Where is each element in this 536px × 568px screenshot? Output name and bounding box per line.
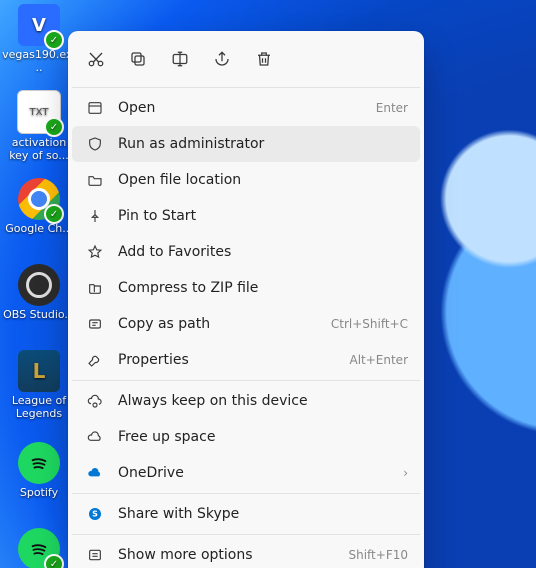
menu-item-skype[interactable]: S Share with Skype — [72, 496, 420, 532]
menu-item-copy-path[interactable]: Copy as path Ctrl+Shift+C — [72, 306, 420, 342]
menu-item-label: OneDrive — [118, 465, 403, 481]
separator — [72, 534, 420, 535]
menu-item-hint: Shift+F10 — [348, 548, 408, 562]
cloud-check-icon — [84, 393, 106, 409]
menu-item-label: Show more options — [118, 547, 348, 563]
menu-item-favorites[interactable]: Add to Favorites — [72, 234, 420, 270]
context-menu-toolbar — [72, 35, 420, 85]
copy-button[interactable] — [120, 41, 156, 77]
wrench-icon — [84, 352, 106, 368]
desktop-icon-label: vegas190.ex... — [2, 48, 76, 74]
cut-button[interactable] — [78, 41, 114, 77]
zip-icon — [84, 280, 106, 296]
more-icon — [84, 547, 106, 563]
menu-item-zip[interactable]: Compress to ZIP file — [72, 270, 420, 306]
menu-item-open[interactable]: Open Enter — [72, 90, 420, 126]
star-icon — [84, 244, 106, 260]
desktop-icon-label: activation key of so... — [2, 136, 76, 162]
menu-item-always-keep[interactable]: Always keep on this device — [72, 383, 420, 419]
onedrive-icon — [84, 465, 106, 481]
desktop-icon-partial[interactable]: ✓ — [2, 528, 76, 568]
context-menu: Open Enter Run as administrator Open fil… — [68, 31, 424, 568]
menu-item-onedrive[interactable]: OneDrive › — [72, 455, 420, 491]
share-button[interactable] — [204, 41, 240, 77]
desktop-icon-label: OBS Studio... — [2, 308, 76, 321]
folder-icon — [84, 172, 106, 188]
desktop-icon-activation[interactable]: TXT✓ activation key of so... — [2, 90, 76, 162]
desktop: V✓ vegas190.ex... TXT✓ activation key of… — [0, 0, 536, 568]
separator — [72, 493, 420, 494]
pin-icon — [84, 208, 106, 224]
desktop-icon-obs[interactable]: OBS Studio... — [2, 264, 76, 321]
path-icon — [84, 316, 106, 332]
menu-item-label: Open — [118, 100, 376, 116]
menu-item-hint: Alt+Enter — [349, 353, 408, 367]
menu-item-label: Free up space — [118, 429, 408, 445]
chevron-right-icon: › — [403, 466, 408, 480]
desktop-icon-label: Spotify — [2, 486, 76, 499]
open-icon — [84, 100, 106, 116]
menu-item-label: Copy as path — [118, 316, 331, 332]
delete-button[interactable] — [246, 41, 282, 77]
desktop-icon-label: League of Legends — [2, 394, 76, 420]
menu-item-hint: Enter — [376, 101, 408, 115]
desktop-icon-vegas[interactable]: V✓ vegas190.ex... — [2, 4, 76, 74]
menu-item-pin-start[interactable]: Pin to Start — [72, 198, 420, 234]
menu-item-run-admin[interactable]: Run as administrator — [72, 126, 420, 162]
menu-item-label: Pin to Start — [118, 208, 408, 224]
cloud-icon — [84, 429, 106, 445]
menu-item-hint: Ctrl+Shift+C — [331, 317, 408, 331]
desktop-icon-chrome[interactable]: ✓ Google Ch... — [2, 178, 76, 235]
desktop-icon-label: Google Ch... — [2, 222, 76, 235]
desktop-icon-lol[interactable]: L League of Legends — [2, 350, 76, 420]
menu-item-label: Properties — [118, 352, 349, 368]
menu-item-label: Compress to ZIP file — [118, 280, 408, 296]
separator — [72, 380, 420, 381]
desktop-icon-spotify[interactable]: Spotify — [2, 442, 76, 499]
menu-item-label: Always keep on this device — [118, 393, 408, 409]
menu-item-free-up[interactable]: Free up space — [72, 419, 420, 455]
skype-icon: S — [84, 506, 106, 522]
menu-item-label: Share with Skype — [118, 506, 408, 522]
svg-text:S: S — [92, 510, 98, 519]
menu-item-open-location[interactable]: Open file location — [72, 162, 420, 198]
shield-icon — [84, 136, 106, 152]
menu-item-label: Run as administrator — [118, 136, 408, 152]
menu-item-properties[interactable]: Properties Alt+Enter — [72, 342, 420, 378]
rename-button[interactable] — [162, 41, 198, 77]
menu-item-label: Add to Favorites — [118, 244, 408, 260]
menu-item-more-options[interactable]: Show more options Shift+F10 — [72, 537, 420, 568]
menu-item-label: Open file location — [118, 172, 408, 188]
separator — [72, 87, 420, 88]
